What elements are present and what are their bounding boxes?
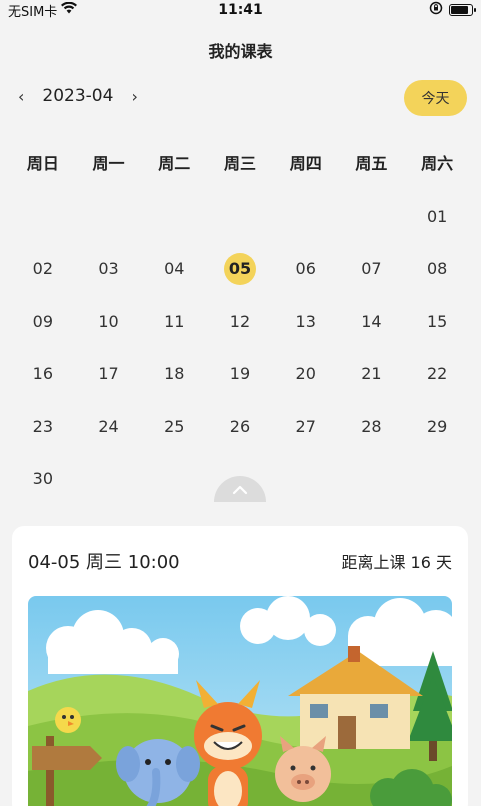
- calendar-day-number: 14: [361, 311, 382, 331]
- status-right: [429, 1, 476, 19]
- calendar-day-number: 10: [98, 311, 119, 331]
- calendar-day-number: 25: [164, 416, 185, 436]
- calendar-day-number: 15: [426, 311, 448, 331]
- status-bar: 无SIM卡 11:41: [0, 0, 481, 20]
- calendar-day[interactable]: 09: [10, 295, 76, 348]
- calendar-day[interactable]: 04: [141, 243, 207, 296]
- current-month-label: 2023-04: [42, 86, 114, 106]
- calendar-day[interactable]: 07: [339, 243, 405, 296]
- prev-month-icon[interactable]: ‹: [18, 87, 24, 106]
- cartoon-scene-image: [28, 596, 452, 806]
- calendar-day[interactable]: 03: [76, 243, 142, 296]
- calendar-day[interactable]: 26: [207, 400, 273, 453]
- calendar-day[interactable]: 20: [273, 348, 339, 401]
- calendar-day-number: 20: [295, 364, 316, 384]
- calendar-day-number: 17: [98, 364, 119, 384]
- course-card-header: 04-05 周三 10:00 距离上课 16 天: [28, 548, 452, 574]
- weekday-label: 周二: [158, 154, 191, 173]
- calendar-day-number: 24: [98, 416, 119, 436]
- clock: 11:41: [218, 2, 263, 18]
- calendar-day[interactable]: 28: [339, 400, 405, 453]
- weekday-header: 周日 周一 周二 周三 周四 周五 周六: [10, 150, 470, 174]
- carrier-label: 无SIM卡: [8, 4, 58, 20]
- calendar-day-number: 29: [426, 416, 448, 436]
- calendar-day-number: 27: [295, 416, 316, 436]
- weekday-label: 周一: [92, 154, 125, 173]
- calendar-grid: 01 02 03 04 05 06 07 08 09 10 11 12 13 14 15 16 17 18 19 20…: [10, 190, 470, 505]
- calendar-day-number: 22: [426, 364, 448, 384]
- calendar-day[interactable]: 27: [273, 400, 339, 453]
- weekday-label: 周三: [223, 154, 256, 173]
- calendar-day-number: 26: [229, 416, 251, 436]
- status-left: 无SIM卡: [8, 1, 78, 20]
- calendar-day[interactable]: 15: [404, 295, 470, 348]
- calendar-day-number: 13: [295, 311, 316, 331]
- wifi-icon: [61, 1, 78, 18]
- class-countdown: 距离上课 16 天: [341, 553, 452, 572]
- weekday-label: 周日: [26, 154, 59, 173]
- calendar-day[interactable]: 30: [10, 453, 76, 506]
- today-button[interactable]: 今天: [404, 80, 467, 116]
- weekday-label: 周五: [355, 154, 388, 173]
- calendar-day[interactable]: 25: [141, 400, 207, 453]
- calendar-day-number: 07: [361, 259, 382, 279]
- calendar-day[interactable]: 12: [207, 295, 273, 348]
- calendar-blank-cell: [273, 190, 339, 243]
- calendar-day[interactable]: 10: [76, 295, 142, 348]
- course-illustration: [28, 596, 452, 806]
- calendar-day-number: 06: [295, 259, 316, 279]
- calendar-day[interactable]: 06: [273, 243, 339, 296]
- calendar-day-number: 02: [32, 259, 54, 279]
- month-navigator: ‹ 2023-04 ›: [18, 86, 138, 106]
- calendar-day[interactable]: 16: [10, 348, 76, 401]
- rotation-lock-icon: [429, 1, 443, 19]
- battery-icon: [449, 4, 476, 16]
- calendar-day[interactable]: 01: [404, 190, 470, 243]
- calendar-day-number: 30: [32, 469, 54, 489]
- calendar-day-number: 16: [32, 364, 54, 384]
- class-datetime: 04-05 周三 10:00: [28, 552, 180, 573]
- calendar-day[interactable]: 22: [404, 348, 470, 401]
- calendar-day[interactable]: 02: [10, 243, 76, 296]
- calendar-day-number: 18: [164, 364, 185, 384]
- calendar-blank-cell: [207, 190, 273, 243]
- calendar-day-number: 05: [223, 252, 256, 285]
- calendar-day-number: 09: [32, 311, 54, 331]
- calendar-blank-cell: [141, 190, 207, 243]
- course-card[interactable]: 04-05 周三 10:00 距离上课 16 天: [12, 526, 468, 806]
- calendar-day-number: 01: [426, 206, 448, 226]
- calendar-day[interactable]: 19: [207, 348, 273, 401]
- chevron-up-icon: [232, 480, 248, 499]
- calendar-day-number: 08: [426, 259, 448, 279]
- calendar-day-number: 19: [229, 364, 251, 384]
- calendar-blank-cell: [76, 190, 142, 243]
- battery-fill: [451, 6, 468, 14]
- calendar-day[interactable]: 14: [339, 295, 405, 348]
- calendar-day[interactable]: 24: [76, 400, 142, 453]
- calendar-day[interactable]: 11: [141, 295, 207, 348]
- next-month-icon[interactable]: ›: [131, 87, 137, 106]
- calendar-day-number: 21: [361, 364, 382, 384]
- calendar-day-number: 28: [361, 416, 382, 436]
- weekday-label: 周四: [289, 154, 322, 173]
- calendar-day-number: 11: [164, 311, 185, 331]
- calendar-blank-cell: [10, 190, 76, 243]
- calendar-day[interactable]: 18: [141, 348, 207, 401]
- calendar-day[interactable]: 29: [404, 400, 470, 453]
- calendar-day[interactable]: 21: [339, 348, 405, 401]
- calendar-day[interactable]: 08: [404, 243, 470, 296]
- calendar-day-number: 03: [98, 259, 119, 279]
- calendar-blank-cell: [339, 190, 405, 243]
- calendar-day[interactable]: 13: [273, 295, 339, 348]
- calendar-day-selected[interactable]: 05: [207, 243, 273, 296]
- calendar-day-number: 23: [32, 416, 54, 436]
- calendar-day[interactable]: 17: [76, 348, 142, 401]
- calendar-day-number: 12: [229, 311, 251, 331]
- calendar-day-number: 04: [164, 259, 185, 279]
- calendar-day[interactable]: 23: [10, 400, 76, 453]
- weekday-label: 周六: [421, 154, 454, 173]
- page-title: 我的课表: [208, 42, 273, 61]
